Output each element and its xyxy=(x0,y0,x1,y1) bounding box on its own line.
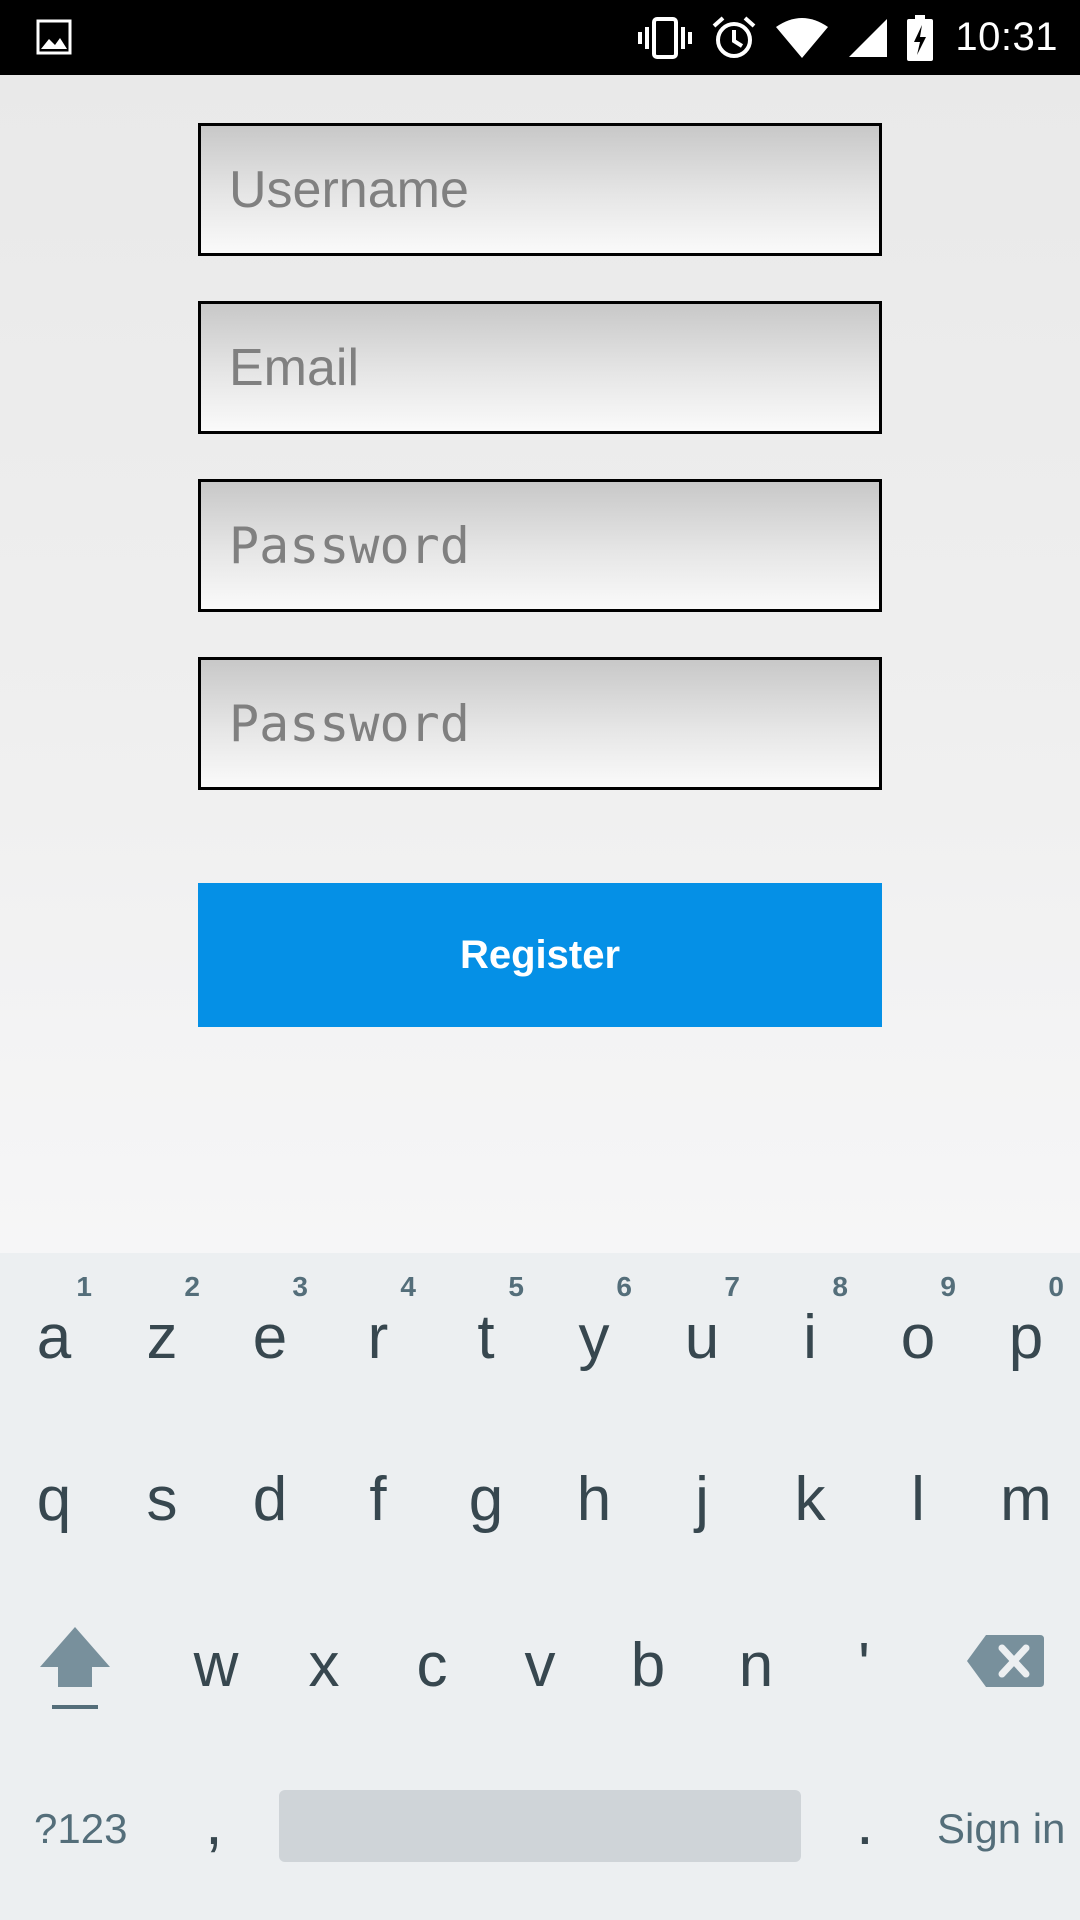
key-label: t xyxy=(477,1303,495,1372)
key-label: y xyxy=(578,1303,610,1372)
key-z[interactable]: z2 xyxy=(108,1253,216,1403)
key-label: e xyxy=(252,1303,288,1372)
key-label: i xyxy=(803,1303,817,1372)
register-button[interactable]: Register xyxy=(198,883,882,1027)
key-u[interactable]: u7 xyxy=(648,1253,756,1403)
sign-in-key[interactable]: Sign in xyxy=(937,1805,1065,1853)
key-a[interactable]: a1 xyxy=(0,1253,108,1403)
key-label: s xyxy=(146,1465,178,1534)
key-p[interactable]: p0 xyxy=(972,1253,1080,1403)
key-e[interactable]: e3 xyxy=(216,1253,324,1403)
key-w[interactable]: w xyxy=(162,1581,270,1731)
key-y[interactable]: y6 xyxy=(540,1253,648,1403)
signal-icon xyxy=(847,17,889,59)
battery-charging-icon xyxy=(907,14,934,61)
key-i[interactable]: i8 xyxy=(756,1253,864,1403)
key-label: k xyxy=(794,1465,826,1534)
key-label: p xyxy=(1008,1303,1044,1372)
key-label: r xyxy=(367,1303,389,1372)
key-label: a xyxy=(36,1303,72,1372)
key-label: q xyxy=(36,1465,72,1534)
space-bar[interactable] xyxy=(279,1790,801,1862)
key-apostrophe[interactable]: ' xyxy=(810,1581,918,1731)
key-label: l xyxy=(911,1465,925,1534)
email-input[interactable] xyxy=(229,337,879,398)
wifi-icon xyxy=(775,17,829,59)
key-label: v xyxy=(524,1631,556,1700)
symbols-key[interactable]: ?123 xyxy=(34,1805,127,1853)
period-key[interactable]: . xyxy=(856,1785,874,1859)
key-j[interactable]: j xyxy=(648,1415,756,1565)
shift-icon xyxy=(38,1623,112,1718)
key-v[interactable]: v xyxy=(486,1581,594,1731)
key-l[interactable]: l xyxy=(864,1415,972,1565)
key-hint: 1 xyxy=(76,1271,92,1302)
key-hint: 3 xyxy=(292,1271,308,1302)
key-t[interactable]: t5 xyxy=(432,1253,540,1403)
vibrate-icon xyxy=(637,16,693,60)
key-hint: 2 xyxy=(184,1271,200,1302)
key-b[interactable]: b xyxy=(594,1581,702,1731)
key-k[interactable]: k xyxy=(756,1415,864,1565)
alarm-icon xyxy=(711,15,757,61)
key-hint: 7 xyxy=(724,1271,740,1302)
key-o[interactable]: o9 xyxy=(864,1253,972,1403)
key-label: d xyxy=(252,1465,288,1534)
key-label: c xyxy=(416,1631,448,1700)
clock: 10:31 xyxy=(955,15,1058,59)
key-hint: 8 xyxy=(832,1271,848,1302)
key-label: j xyxy=(695,1465,709,1534)
username-field-box xyxy=(198,123,882,256)
key-label: w xyxy=(193,1631,239,1700)
key-label: z xyxy=(146,1303,178,1372)
key-hint: 4 xyxy=(400,1271,416,1302)
image-icon xyxy=(36,19,72,55)
key-label: u xyxy=(684,1303,720,1372)
key-label: h xyxy=(576,1465,612,1534)
key-label: f xyxy=(369,1465,387,1534)
username-input[interactable] xyxy=(229,159,879,220)
backspace-icon xyxy=(966,1633,1046,1694)
comma-key[interactable]: , xyxy=(205,1785,223,1859)
email-field-box xyxy=(198,301,882,434)
key-n[interactable]: n xyxy=(702,1581,810,1731)
key-label: x xyxy=(308,1631,340,1700)
soft-keyboard: ?123 , . Sign in a1z2e3r4t5y6u7i8o9p0qsd… xyxy=(0,1253,1080,1920)
key-r[interactable]: r4 xyxy=(324,1253,432,1403)
key-g[interactable]: g xyxy=(432,1415,540,1565)
key-x[interactable]: x xyxy=(270,1581,378,1731)
key-f[interactable]: f xyxy=(324,1415,432,1565)
key-label: o xyxy=(900,1303,936,1372)
key-hint: 9 xyxy=(940,1271,956,1302)
key-s[interactable]: s xyxy=(108,1415,216,1565)
password-input[interactable] xyxy=(229,516,879,575)
key-hint: 6 xyxy=(616,1271,632,1302)
password-field-box xyxy=(198,479,882,612)
key-label: m xyxy=(1000,1465,1052,1534)
register-form xyxy=(0,75,1080,1253)
confirm-password-input[interactable] xyxy=(229,694,879,753)
key-label: g xyxy=(468,1465,504,1534)
key-c[interactable]: c xyxy=(378,1581,486,1731)
backspace-key[interactable] xyxy=(960,1623,1060,1743)
key-h[interactable]: h xyxy=(540,1415,648,1565)
status-bar: 10:31 xyxy=(0,0,1080,75)
key-label: b xyxy=(630,1631,666,1700)
key-hint: 0 xyxy=(1048,1271,1064,1302)
key-hint: 5 xyxy=(508,1271,524,1302)
key-label: n xyxy=(738,1631,774,1700)
shift-key[interactable] xyxy=(20,1623,130,1743)
key-q[interactable]: q xyxy=(0,1415,108,1565)
key-label: ' xyxy=(858,1631,870,1700)
confirm-password-field-box xyxy=(198,657,882,790)
key-d[interactable]: d xyxy=(216,1415,324,1565)
key-m[interactable]: m xyxy=(972,1415,1080,1565)
